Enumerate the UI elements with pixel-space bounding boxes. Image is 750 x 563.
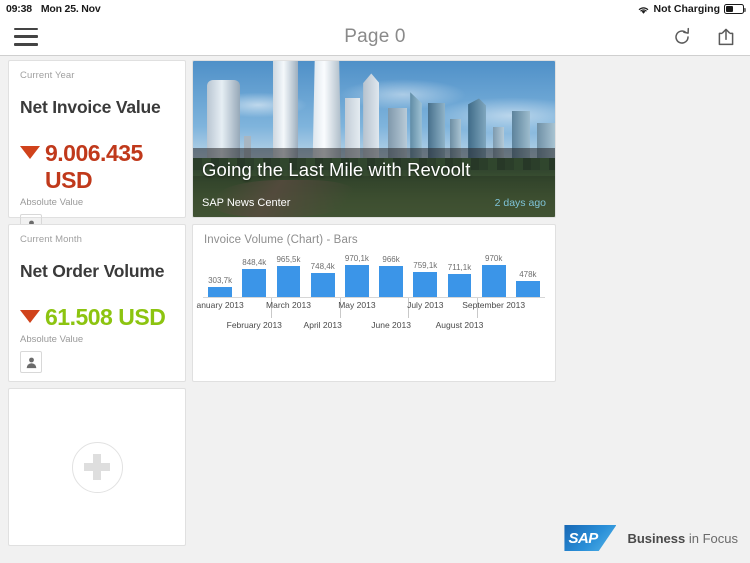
- plus-icon: [84, 454, 110, 480]
- battery-icon: [724, 4, 746, 14]
- bar-rect: [447, 273, 472, 297]
- tile-net-invoice-value[interactable]: Current Year Net Invoice Value 9.006.435…: [8, 60, 186, 236]
- bar-column[interactable]: 970k: [481, 253, 506, 297]
- bar-rect: [276, 265, 301, 297]
- app-root: 09:38 Mon 25. Nov Not Charging Page 0 Cu…: [0, 0, 750, 563]
- bar-value-label: 970k: [485, 254, 503, 264]
- dashboard-content: Current Year Net Invoice Value 9.006.435…: [0, 56, 750, 563]
- x-axis-label: April 2013: [303, 320, 342, 330]
- bar-value-label: 965,5k: [276, 254, 301, 264]
- add-circle: [71, 441, 123, 493]
- bar-value-label: 303,7k: [208, 276, 233, 286]
- bar-value-label: 848,4k: [242, 258, 267, 268]
- kpi-value: 61.508 USD: [45, 304, 166, 330]
- sap-logo-icon: SAP: [564, 525, 617, 551]
- bar-value-label: 966k: [382, 254, 400, 264]
- kpi-title: Net Invoice Value: [20, 97, 161, 117]
- sap-footer-logo: SAP Business in Focus: [564, 525, 738, 551]
- kpi-subtitle: Absolute Value: [20, 334, 84, 345]
- bar-column[interactable]: 848,4k: [242, 253, 266, 297]
- bar-rect: [481, 265, 506, 297]
- bar-value-label: 748,4k: [310, 261, 335, 271]
- nav-actions: [672, 27, 736, 47]
- status-date: Mon 25. Nov: [40, 3, 101, 15]
- x-axis-label: anuary 2013: [196, 300, 244, 310]
- trend-down-icon: [20, 310, 40, 323]
- footer-tagline-rest: in Focus: [685, 530, 738, 546]
- news-source: SAP News Center: [202, 197, 291, 209]
- news-title: Going the Last Mile with Revoolt: [202, 159, 471, 180]
- chart-title: Invoice Volume (Chart) - Bars: [204, 234, 358, 246]
- x-axis-label: March 2013: [266, 300, 311, 310]
- chart-plot-area: 303,7k 848,4k 965,5k 748,4k 970,1k 966k 759,1k…: [196, 253, 545, 343]
- bar-value-label: 711,1k: [447, 262, 472, 272]
- bar-rect: [379, 265, 404, 297]
- bar-value-label: 478k: [519, 270, 537, 280]
- page-title: Page 0: [344, 25, 406, 47]
- navigation-bar: Page 0: [0, 18, 750, 56]
- sap-logo-text: SAP: [568, 529, 598, 547]
- bar-column[interactable]: 965,5k: [276, 253, 301, 297]
- add-tile-button[interactable]: [8, 388, 186, 546]
- bar-rect: [344, 265, 369, 297]
- x-axis-label: June 2013: [371, 320, 411, 330]
- footer-tagline-bold: Business: [627, 530, 686, 546]
- bar-rect: [413, 272, 438, 297]
- status-bar-right: Not Charging: [637, 3, 746, 15]
- bar-value-label: 759,1k: [413, 261, 438, 271]
- x-axis-labels: anuary 2013 February 2013 March 2013 April …: [196, 298, 545, 343]
- bar-column[interactable]: 711,1k: [447, 253, 472, 297]
- tile-news-card[interactable]: Going the Last Mile with Revoolt SAP New…: [192, 60, 556, 218]
- bar-column[interactable]: 748,4k: [311, 253, 335, 297]
- news-image: [193, 61, 555, 217]
- x-axis-label: September 2013: [462, 300, 526, 310]
- bar-column[interactable]: 759,1k: [413, 253, 437, 297]
- news-timestamp: 2 days ago: [494, 197, 546, 209]
- kpi-title: Net Order Volume: [20, 261, 165, 281]
- x-axis-label: February 2013: [226, 320, 282, 330]
- bar-rect: [515, 281, 540, 297]
- tile-invoice-volume-chart[interactable]: Invoice Volume (Chart) - Bars 303,7k 848,…: [192, 224, 556, 382]
- trend-down-icon: [20, 146, 40, 159]
- kpi-period: Current Year: [20, 70, 75, 81]
- bar-rect: [242, 269, 267, 297]
- bar-column[interactable]: 970,1k: [345, 253, 369, 297]
- bar-series: 303,7k 848,4k 965,5k 748,4k 970,1k 966k 759,1k…: [203, 253, 545, 297]
- x-axis-label: August 2013: [435, 320, 484, 330]
- kpi-subtitle: Absolute Value: [20, 197, 84, 208]
- x-axis-label: May 2013: [338, 300, 376, 310]
- bar-value-label: 970,1k: [344, 254, 369, 264]
- status-bar-left: 09:38 Mon 25. Nov: [6, 3, 101, 15]
- status-time: 09:38: [6, 3, 32, 15]
- footer-tagline: Business in Focus: [627, 531, 738, 546]
- bar-rect: [208, 287, 233, 297]
- hamburger-menu-icon[interactable]: [14, 27, 38, 46]
- share-icon[interactable]: [716, 27, 736, 47]
- kpi-value: 9.006.435 USD: [45, 140, 143, 193]
- kpi-period: Current Month: [20, 234, 83, 245]
- kpi-value-row: 9.006.435 USD: [20, 140, 174, 194]
- bar-column[interactable]: 478k: [515, 253, 540, 297]
- x-axis-label: July 2013: [407, 300, 444, 310]
- kpi-value-row: 61.508 USD: [20, 304, 174, 331]
- status-bar: 09:38 Mon 25. Nov Not Charging: [0, 0, 750, 18]
- refresh-icon[interactable]: [672, 27, 692, 47]
- wifi-icon: [637, 5, 650, 15]
- bar-column[interactable]: 303,7k: [208, 253, 232, 297]
- battery-status-label: Not Charging: [653, 3, 721, 15]
- person-icon: [20, 351, 42, 373]
- bar-column[interactable]: 966k: [379, 253, 404, 297]
- tile-net-order-volume[interactable]: Current Month Net Order Volume 61.508 US…: [8, 224, 186, 382]
- bar-rect: [310, 272, 335, 297]
